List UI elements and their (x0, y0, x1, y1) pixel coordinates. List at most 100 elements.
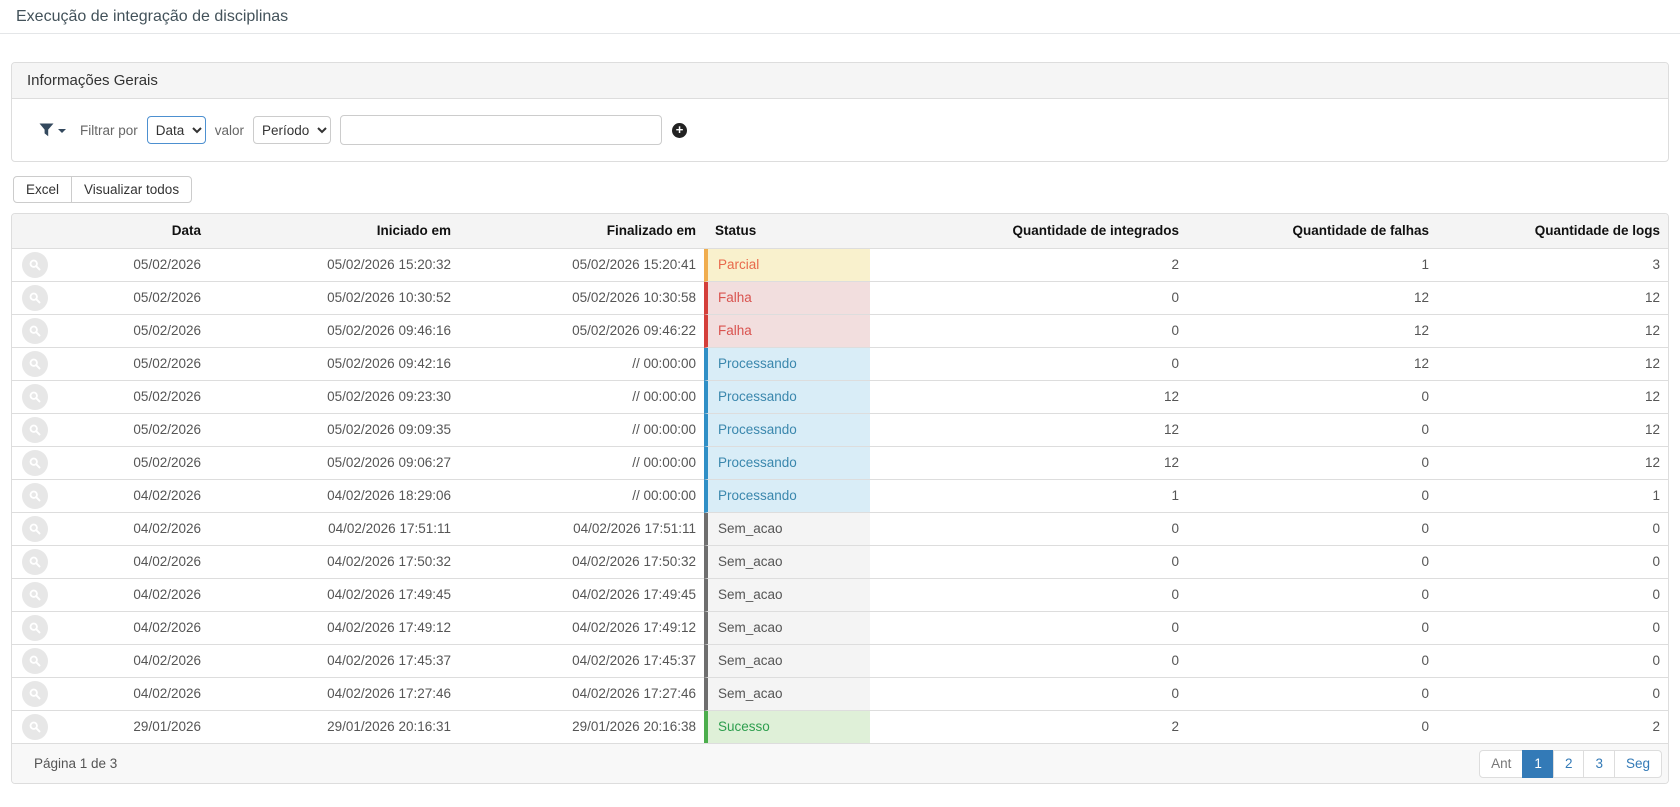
row-actions-cell (12, 414, 72, 447)
cell-qtd-logs: 0 (1437, 612, 1668, 645)
cell-finalizado-em: 04/02/2026 17:51:11 (459, 513, 704, 546)
column-header-finalizado-em[interactable]: Finalizado em (459, 214, 704, 249)
view-details-button[interactable] (22, 384, 48, 410)
cell-qtd-integrados: 1 (870, 480, 1187, 513)
column-header-qtd-falhas[interactable]: Quantidade de falhas (1187, 214, 1437, 249)
cell-data: 05/02/2026 (72, 348, 209, 381)
column-header-status[interactable]: Status (704, 214, 870, 249)
add-filter-button[interactable]: + (672, 123, 687, 138)
status-badge: Sem_acao (704, 579, 870, 612)
cell-finalizado-em: 29/01/2026 20:16:38 (459, 711, 704, 743)
cell-qtd-falhas: 0 (1187, 381, 1437, 414)
cell-qtd-logs: 12 (1437, 315, 1668, 348)
magnifier-icon (28, 720, 42, 734)
pagination-item-ant: Ant (1479, 750, 1523, 778)
view-details-button[interactable] (22, 483, 48, 509)
cell-iniciado-em: 05/02/2026 09:06:27 (209, 447, 459, 480)
cell-iniciado-em: 04/02/2026 17:49:12 (209, 612, 459, 645)
pagination-prev-link[interactable]: Ant (1479, 750, 1523, 778)
cell-qtd-logs: 1 (1437, 480, 1668, 513)
pagination-item-1: 1 (1523, 750, 1554, 778)
column-header-data[interactable]: Data (72, 214, 209, 249)
column-header-qtd-integrados[interactable]: Quantidade de integrados (870, 214, 1187, 249)
view-details-button[interactable] (22, 318, 48, 344)
cell-qtd-logs: 0 (1437, 513, 1668, 546)
cell-finalizado-em: 04/02/2026 17:27:46 (459, 678, 704, 711)
pagination-next-link[interactable]: Seg (1614, 750, 1662, 778)
view-details-button[interactable] (22, 285, 48, 311)
column-header-qtd-logs[interactable]: Quantidade de logs (1437, 214, 1668, 249)
filter-field-select[interactable]: Data (147, 116, 206, 144)
filter-dropdown-trigger[interactable] (39, 123, 66, 137)
cell-finalizado-em: 04/02/2026 17:49:12 (459, 612, 704, 645)
view-all-button[interactable]: Visualizar todos (71, 176, 192, 203)
cell-iniciado-em: 04/02/2026 17:51:11 (209, 513, 459, 546)
cell-qtd-logs: 0 (1437, 546, 1668, 579)
row-actions-cell (12, 315, 72, 348)
cell-qtd-falhas: 0 (1187, 480, 1437, 513)
row-actions-cell (12, 678, 72, 711)
table-row: 29/01/202629/01/2026 20:16:3129/01/2026 … (12, 711, 1668, 743)
view-details-button[interactable] (22, 516, 48, 542)
column-header-actions (12, 214, 72, 249)
cell-qtd-falhas: 0 (1187, 711, 1437, 743)
magnifier-icon (28, 456, 42, 470)
table-row: 05/02/202605/02/2026 09:42:16// 00:00:00… (12, 348, 1668, 381)
view-details-button[interactable] (22, 351, 48, 377)
pagination-page-link-1[interactable]: 1 (1522, 750, 1554, 778)
table-body: 05/02/202605/02/2026 15:20:3205/02/2026 … (12, 249, 1668, 743)
row-actions-cell (12, 546, 72, 579)
cell-data: 04/02/2026 (72, 480, 209, 513)
filter-operator-select[interactable]: Período (253, 116, 331, 144)
view-details-button[interactable] (22, 615, 48, 641)
cell-qtd-logs: 12 (1437, 282, 1668, 315)
cell-iniciado-em: 29/01/2026 20:16:31 (209, 711, 459, 743)
view-details-button[interactable] (22, 417, 48, 443)
filter-value-input[interactable] (340, 115, 662, 145)
cell-qtd-integrados: 12 (870, 447, 1187, 480)
magnifier-icon (28, 423, 42, 437)
cell-data: 05/02/2026 (72, 381, 209, 414)
row-actions-cell (12, 480, 72, 513)
row-actions-cell (12, 249, 72, 282)
status-badge: Processando (704, 414, 870, 447)
cell-qtd-logs: 0 (1437, 678, 1668, 711)
status-badge: Sem_acao (704, 678, 870, 711)
row-actions-cell (12, 381, 72, 414)
cell-iniciado-em: 04/02/2026 17:49:45 (209, 579, 459, 612)
cell-qtd-logs: 12 (1437, 348, 1668, 381)
pagination-page-link-3[interactable]: 3 (1583, 750, 1615, 778)
view-details-button[interactable] (22, 450, 48, 476)
cell-qtd-integrados: 0 (870, 282, 1187, 315)
row-actions-cell (12, 282, 72, 315)
status-badge: Sem_acao (704, 645, 870, 678)
view-details-button[interactable] (22, 549, 48, 575)
view-details-button[interactable] (22, 252, 48, 278)
magnifier-icon (28, 687, 42, 701)
pagination-page-link-2[interactable]: 2 (1553, 750, 1585, 778)
info-panel: Informações Gerais Filtrar por Data valo… (11, 62, 1669, 162)
table-footer: Página 1 de 3 Ant123Seg (12, 743, 1668, 783)
status-badge: Processando (704, 381, 870, 414)
filter-by-label: Filtrar por (80, 123, 138, 138)
table-row: 04/02/202604/02/2026 17:49:1204/02/2026 … (12, 612, 1668, 645)
cell-finalizado-em: 04/02/2026 17:50:32 (459, 546, 704, 579)
table-row: 05/02/202605/02/2026 10:30:5205/02/2026 … (12, 282, 1668, 315)
excel-button[interactable]: Excel (13, 176, 72, 203)
column-header-iniciado-em[interactable]: Iniciado em (209, 214, 459, 249)
view-details-button[interactable] (22, 582, 48, 608)
cell-qtd-falhas: 0 (1187, 447, 1437, 480)
magnifier-icon (28, 489, 42, 503)
cell-qtd-falhas: 0 (1187, 678, 1437, 711)
magnifier-icon (28, 654, 42, 668)
view-details-button[interactable] (22, 714, 48, 740)
cell-data: 04/02/2026 (72, 678, 209, 711)
filter-value-label: valor (215, 123, 244, 138)
view-details-button[interactable] (22, 648, 48, 674)
cell-iniciado-em: 05/02/2026 09:23:30 (209, 381, 459, 414)
row-actions-cell (12, 447, 72, 480)
cell-qtd-falhas: 12 (1187, 315, 1437, 348)
view-details-button[interactable] (22, 681, 48, 707)
cell-finalizado-em: // 00:00:00 (459, 381, 704, 414)
status-badge: Sem_acao (704, 546, 870, 579)
